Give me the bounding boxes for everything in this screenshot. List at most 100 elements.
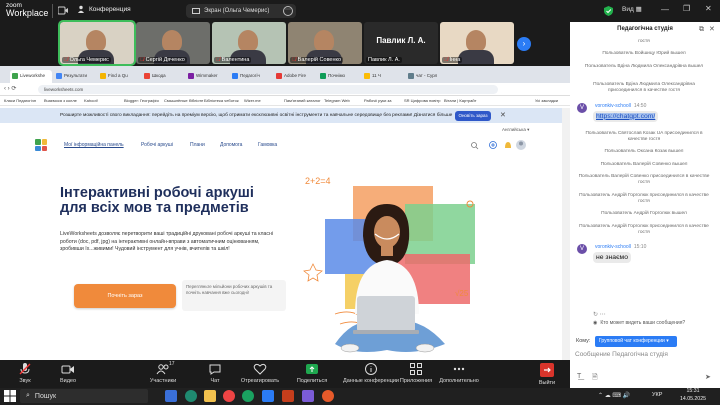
nav-extra[interactable]: Гамовка [258,142,277,148]
browser-tab[interactable]: Шкода [142,70,184,83]
toolbar-video-button[interactable]: Видео [46,362,90,384]
system-tray-icons[interactable]: ⌃ ☁ ⌨ 🔊 [598,392,630,399]
bookmark-item[interactable]: Wizer.me [244,98,261,103]
toolbar-share-button[interactable]: Поделиться [284,362,340,384]
system-message: Пользователь Вдіна Людмила Олександрівна… [584,63,704,69]
bookmark-item[interactable]: Усі закладки [535,98,558,103]
toolbar-chat-button[interactable]: Чат [193,362,237,384]
back-icon[interactable]: ‹ › ⟳ [4,85,16,92]
powerpoint-icon[interactable] [282,390,294,402]
bookmark-item[interactable]: Вчаємося з колле [44,98,77,103]
liveworksheets-logo[interactable] [35,139,47,151]
task-view-icon[interactable] [165,390,177,402]
participant-tile[interactable]: 🎙̸ Інна [440,22,514,64]
page-scrollbar[interactable] [562,108,570,360]
bookmark-item[interactable]: Класи Педагогічн [4,98,36,103]
chat-close-icon[interactable]: ✕ [709,25,715,33]
banner-close-icon[interactable]: ✕ [500,111,506,119]
browser-tab[interactable]: Wimmaker [186,70,228,83]
shield-icon[interactable] [604,6,613,16]
hero-title: Інтерактивні робочі аркуші для всіх мов … [60,185,254,216]
participant-name-display: Павлик Л. А. [376,36,426,45]
browser-tab[interactable]: Педагогіч [230,70,272,83]
participant-name-text: Інна [449,57,461,63]
minimize-icon[interactable]: — [661,5,669,14]
browser-tab[interactable]: Почнімо [318,70,360,83]
app-icon[interactable] [302,390,314,402]
camera-icon[interactable] [58,6,69,15]
participants-icon: 17 [141,361,185,376]
browser-tab[interactable]: Adobe Fire [274,70,316,83]
windows-start-icon[interactable] [4,390,16,402]
nav-dashboard[interactable]: Мої інформаційна панель [64,142,124,148]
browser-tab[interactable]: Liveworkshe [10,70,52,83]
more-icon [437,362,481,376]
attach-file-icon[interactable]: 🗎 [592,373,598,384]
participant-tile[interactable]: Павлик Л. А. Павлик Л. А. [364,22,438,64]
firefox-icon[interactable] [322,390,334,402]
zoom-taskbar-icon[interactable] [262,390,274,402]
browser-tab[interactable]: 11 Ч [362,70,404,83]
browser-tab[interactable]: Find a Qu [98,70,140,83]
more-icon[interactable]: ⋯ [283,6,293,16]
send-icon[interactable]: ➤ [705,373,711,381]
nav-help[interactable]: Допомога [220,142,242,148]
participant-tile[interactable]: 🎙̸ Ольга Чемерис [58,20,136,66]
nav-plans[interactable]: Плани [190,142,205,148]
nav-worksheets[interactable]: Робочі аркуші [141,142,173,148]
bookmark-item[interactable]: Blogger: Географія [124,98,159,103]
next-page-icon[interactable]: › [517,37,531,51]
message-bubble[interactable]: https://chatgpt.com/ [593,110,659,122]
toolbar-react-button[interactable]: Отреагировать [238,362,282,384]
toolbar-more-button[interactable]: Дополнительно [437,362,481,384]
maximize-icon[interactable]: ❐ [683,4,690,13]
toolbar-label: Участники [149,378,177,384]
url-input[interactable]: liveworksheets.com [38,85,498,94]
recipient-select[interactable]: Групповой чат конференции ▾ [595,336,677,347]
chrome-profile-icon[interactable] [242,390,254,402]
chrome-icon[interactable] [223,390,235,402]
shared-screen: Liveworkshe Результати Find a Qu Шкода Wimma… [0,66,570,360]
format-icon[interactable]: T͟ [577,373,581,380]
language-indicator[interactable]: УКР [652,392,662,398]
bookmark-item[interactable]: Пам'ятаний каталог [284,98,321,103]
user-avatar[interactable]: V [577,102,587,113]
browser-tab[interactable]: Результати [54,70,96,83]
search-icon: ⌕ [26,392,30,399]
who-sees-link[interactable]: ◉ Кто может видеть ваши сообщения? [593,320,685,326]
upgrade-button[interactable]: Оновіть зараз [455,111,491,121]
message-bubble[interactable]: не знаємо [593,252,631,264]
taskbar-search[interactable]: ⌕ Пошук [20,389,148,403]
chat-message-input[interactable]: Сообщение Педагогічна студія [575,351,715,358]
bookmark-item[interactable]: Рабочіі руки за [364,98,392,103]
toolbar-apps-button[interactable]: Приложения [394,362,438,384]
file-explorer-icon[interactable] [204,390,216,402]
start-now-button[interactable]: Почніть зараз [74,284,176,308]
bookmark-item[interactable]: Telegram Web [324,98,350,103]
participant-tile[interactable]: 🎙̸ Валентина [212,22,286,64]
close-icon[interactable]: ✕ [705,4,712,13]
screen-share-indicator[interactable]: Экран (Ольга Чемерис) ⋯ [186,4,296,18]
grid-icon: ▦ [635,6,642,13]
participant-tile[interactable]: 🎙̸ Сергій Дяченко [136,22,210,64]
bookmark-item[interactable]: SR Цифрова повітр [404,98,440,103]
bookmark-item[interactable]: Вітали | Картрайт [444,98,476,103]
meeting-menu[interactable]: Конференция [77,5,131,13]
popout-icon[interactable]: ⧉ [699,26,704,34]
bookmark-item[interactable]: Смышлёные бібліоте [164,98,203,103]
leave-button[interactable]: Выйти [531,362,563,386]
participant-tile[interactable]: 🎙̸ Валерій Совенко [288,22,362,64]
toolbar-mic-muted-button[interactable]: Звук [3,362,47,384]
message-actions[interactable]: ↻ ⋯ [593,311,606,318]
browser-tab[interactable]: чат - Сурл [406,70,448,83]
language-select[interactable]: Английська ▾ [502,127,529,133]
toolbar-participants-button[interactable]: 17 Участники [141,361,185,384]
tab-favicon-icon [100,73,106,79]
tab-label: Шкода [152,73,166,78]
bookmark-item[interactable]: Бібліотека чеботок [204,98,239,103]
clock[interactable]: 15:31 14.05.2025 [680,388,706,403]
view-menu[interactable]: Вид ▦ [622,5,642,13]
edge-icon[interactable] [185,390,197,402]
bookmark-item[interactable]: Kahoot! [84,98,98,103]
message-link[interactable]: https://chatgpt.com/ [596,112,656,120]
